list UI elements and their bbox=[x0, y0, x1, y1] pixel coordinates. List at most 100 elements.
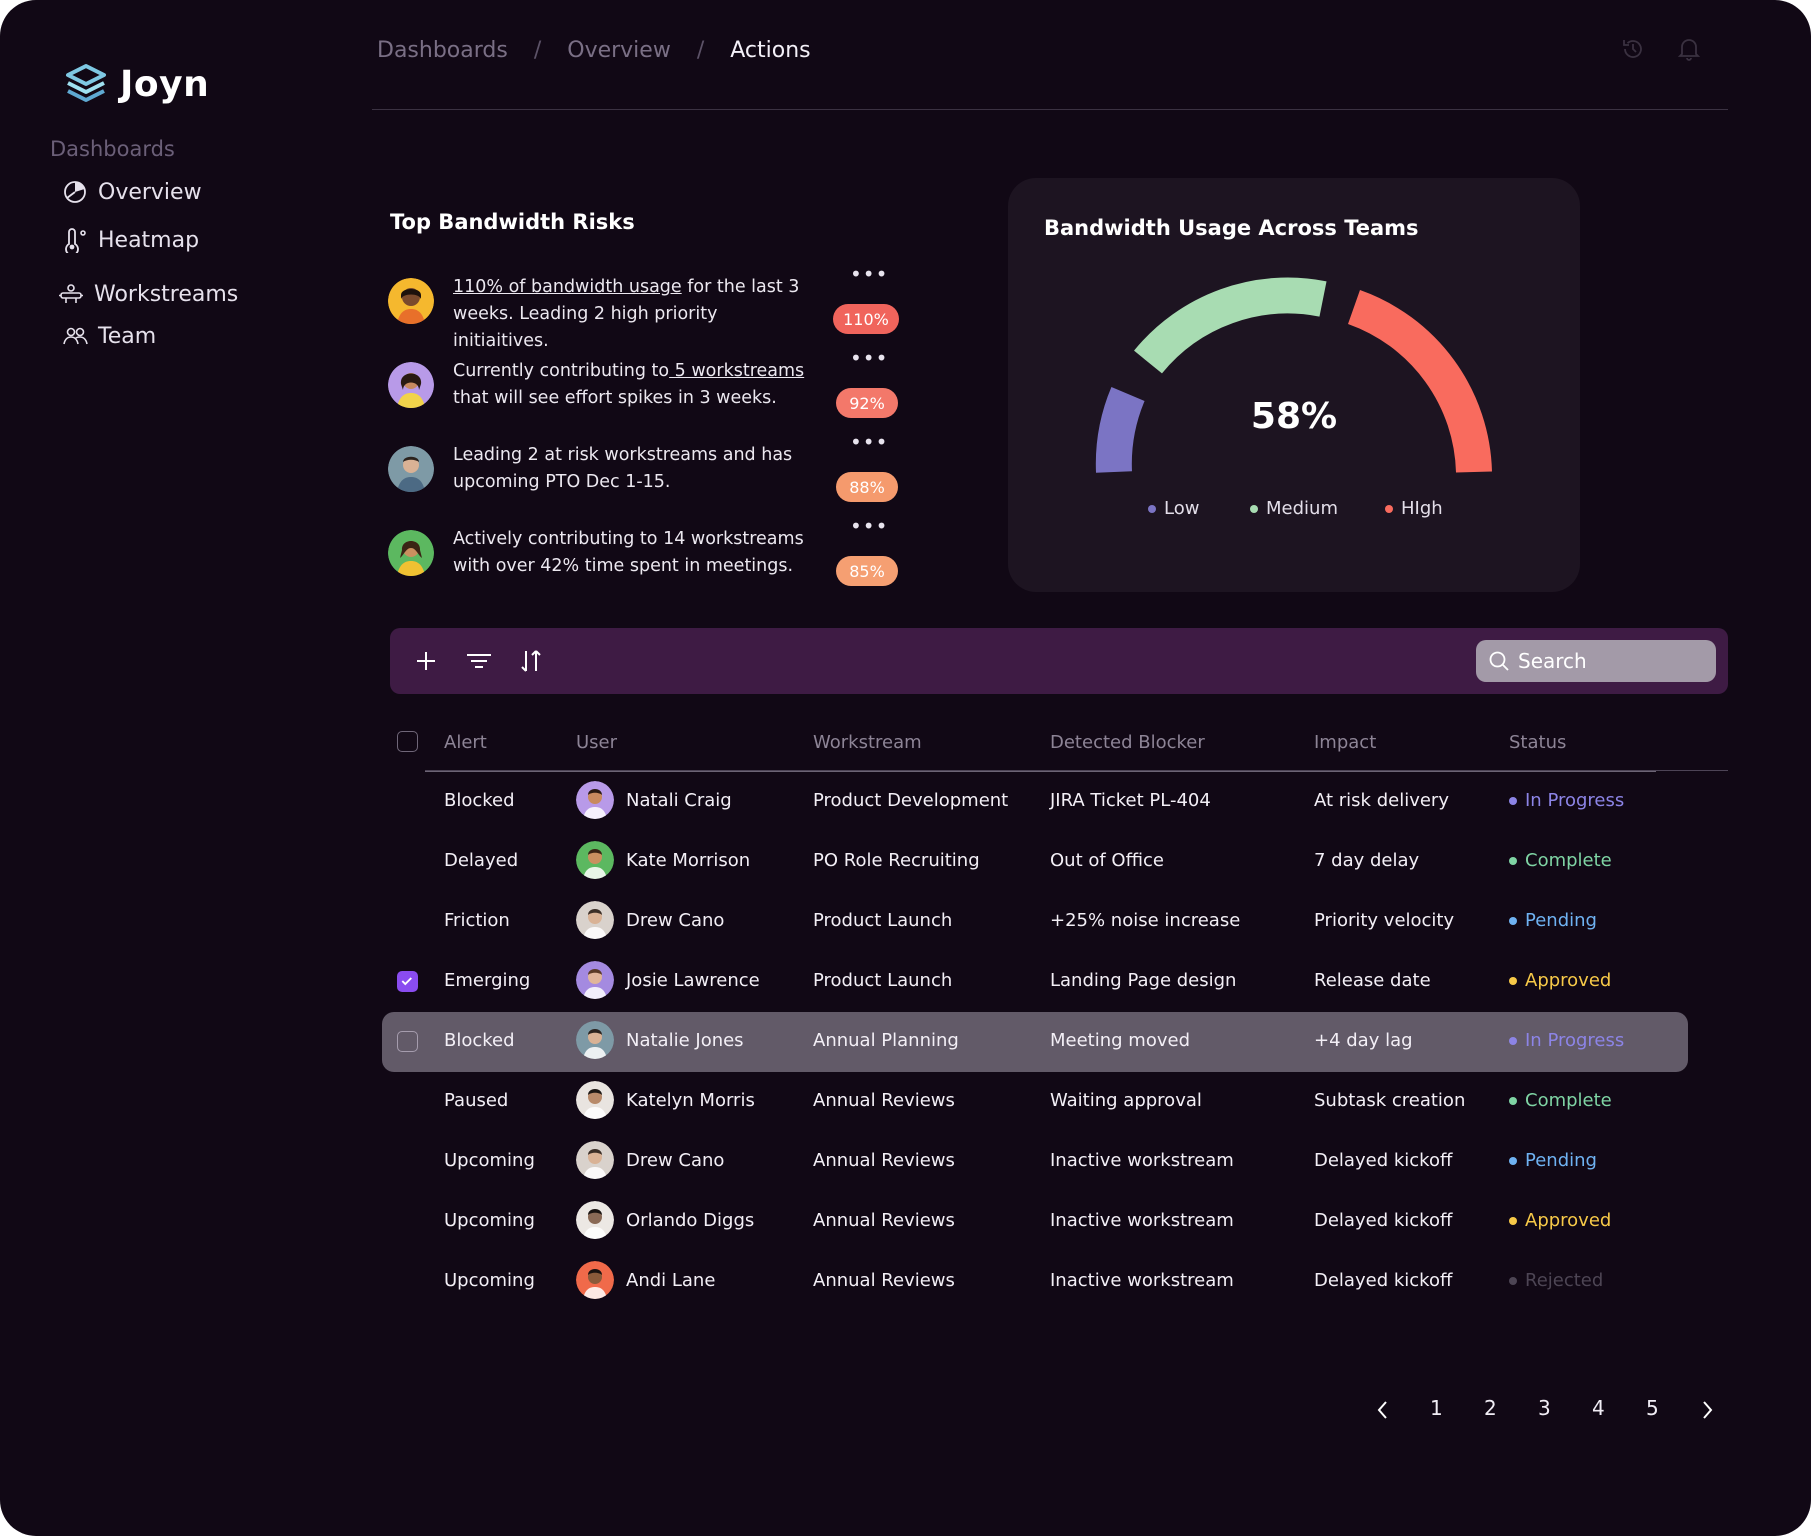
risk-badge: 92% bbox=[836, 388, 898, 418]
risk-link[interactable]: 5 workstreams bbox=[669, 361, 805, 381]
search-box[interactable] bbox=[1476, 640, 1716, 682]
workstream-cell: PO Role Recruiting bbox=[813, 850, 980, 871]
gauge-value: 58% bbox=[1250, 396, 1338, 437]
user-cell[interactable]: Drew Cano bbox=[576, 901, 724, 939]
brand-logo[interactable]: Joyn bbox=[64, 62, 209, 106]
team-icon bbox=[63, 327, 88, 345]
history-icon[interactable] bbox=[1620, 36, 1646, 62]
risk-link[interactable]: 110% of bandwidth usage bbox=[453, 277, 682, 297]
risk-badge: 85% bbox=[836, 556, 898, 586]
more-icon[interactable]: ••• bbox=[850, 346, 888, 370]
more-icon[interactable]: ••• bbox=[850, 514, 888, 538]
alert-cell: Paused bbox=[444, 1090, 509, 1111]
impact-cell: Priority velocity bbox=[1314, 910, 1455, 931]
user-name: Natali Craig bbox=[626, 789, 732, 811]
sidebar-item-overview[interactable]: Overview bbox=[62, 179, 202, 205]
sidebar-item-heatmap[interactable]: Heatmap bbox=[62, 227, 199, 253]
impact-cell: Delayed kickoff bbox=[1314, 1210, 1453, 1231]
risk-badge: 88% bbox=[836, 472, 898, 502]
status-badge: In Progress bbox=[1509, 1030, 1624, 1051]
user-cell[interactable]: Katelyn Morris bbox=[576, 1081, 755, 1119]
impact-cell: Subtask creation bbox=[1314, 1090, 1466, 1111]
prev-page-button[interactable] bbox=[1373, 1399, 1393, 1426]
row-checkbox[interactable] bbox=[397, 971, 418, 992]
add-icon[interactable] bbox=[410, 645, 442, 677]
more-icon[interactable]: ••• bbox=[850, 262, 888, 286]
user-cell[interactable]: Andi Lane bbox=[576, 1261, 715, 1299]
column-header-impact[interactable]: Impact bbox=[1314, 732, 1376, 753]
page-4[interactable]: 4 bbox=[1592, 1396, 1605, 1420]
status-label: Complete bbox=[1525, 1090, 1612, 1111]
legend-low: Low bbox=[1148, 498, 1199, 519]
column-header-alert[interactable]: Alert bbox=[444, 732, 487, 753]
pie-chart-icon bbox=[64, 181, 86, 203]
risk-description: Actively contributing to 14 workstreams … bbox=[453, 529, 804, 576]
table-row[interactable]: Upcoming Andi Lane Annual Reviews Inactive … bbox=[382, 1252, 1688, 1312]
sort-icon[interactable] bbox=[516, 645, 548, 677]
next-page-button[interactable] bbox=[1697, 1399, 1717, 1426]
blocker-cell: Inactive workstream bbox=[1050, 1270, 1234, 1291]
user-cell[interactable]: Kate Morrison bbox=[576, 841, 750, 879]
impact-cell: At risk delivery bbox=[1314, 790, 1449, 811]
impact-cell: Release date bbox=[1314, 970, 1431, 991]
select-all-checkbox[interactable] bbox=[397, 731, 418, 752]
user-cell[interactable]: Drew Cano bbox=[576, 1141, 724, 1179]
status-label: Rejected bbox=[1525, 1270, 1604, 1291]
risk-item: 110% of bandwidth usage for the last 3 w… bbox=[388, 262, 908, 351]
user-cell[interactable]: Natali Craig bbox=[576, 781, 732, 819]
user-cell[interactable]: Orlando Diggs bbox=[576, 1201, 754, 1239]
avatar bbox=[576, 781, 614, 819]
page-1[interactable]: 1 bbox=[1430, 1396, 1443, 1420]
header-divider bbox=[372, 109, 1728, 110]
row-checkbox[interactable] bbox=[397, 1031, 418, 1052]
column-header-user[interactable]: User bbox=[576, 732, 617, 753]
filter-icon[interactable] bbox=[463, 645, 495, 677]
status-label: Pending bbox=[1525, 910, 1597, 931]
table-row[interactable]: Upcoming Drew Cano Annual Reviews Inactive … bbox=[382, 1132, 1688, 1192]
column-header-status[interactable]: Status bbox=[1509, 732, 1566, 753]
thermometer-icon bbox=[65, 228, 86, 253]
column-header-blocker[interactable]: Detected Blocker bbox=[1050, 732, 1205, 753]
risk-description: Leading 2 at risk workstreams and has up… bbox=[453, 445, 793, 492]
table-row[interactable]: Blocked Natali Craig Product Development JI… bbox=[382, 772, 1688, 832]
impact-cell: 7 day delay bbox=[1314, 850, 1420, 871]
table-row[interactable]: Emerging Josie Lawrence Product Launch Land… bbox=[382, 952, 1688, 1012]
bell-icon[interactable] bbox=[1676, 36, 1702, 62]
gauge-segment-high bbox=[1347, 290, 1492, 473]
sidebar-item-workstreams[interactable]: Workstreams bbox=[58, 281, 238, 307]
more-icon[interactable]: ••• bbox=[850, 430, 888, 454]
sidebar-heading: Dashboards bbox=[50, 137, 175, 161]
workstream-cell: Product Development bbox=[813, 790, 1009, 811]
workstream-cell: Annual Reviews bbox=[813, 1150, 955, 1171]
sidebar-item-label: Team bbox=[98, 323, 157, 349]
status-badge: Rejected bbox=[1509, 1270, 1603, 1291]
brand-name: Joyn bbox=[120, 63, 210, 105]
user-cell[interactable]: Natalie Jones bbox=[576, 1021, 744, 1059]
breadcrumb-overview[interactable]: Overview bbox=[567, 38, 671, 63]
avatar bbox=[388, 446, 434, 492]
page-5[interactable]: 5 bbox=[1646, 1396, 1659, 1420]
breadcrumb-dashboards[interactable]: Dashboards bbox=[377, 38, 508, 63]
table-row[interactable]: Upcoming Orlando Diggs Annual Reviews Inact… bbox=[382, 1192, 1688, 1252]
bandwidth-gauge-card: Bandwidth Usage Across Teams 58% Low Med… bbox=[1008, 178, 1580, 592]
column-header-workstream[interactable]: Workstream bbox=[813, 732, 922, 753]
search-input[interactable] bbox=[1518, 649, 1698, 673]
sidebar-item-team[interactable]: Team bbox=[62, 323, 156, 349]
alert-cell: Upcoming bbox=[444, 1210, 535, 1231]
risk-description: 110% of bandwidth usage for the last 3 w… bbox=[453, 277, 800, 351]
table-row[interactable]: Friction Drew Cano Product Launch +25% nois… bbox=[382, 892, 1688, 952]
status-badge: Pending bbox=[1509, 1150, 1597, 1171]
page-3[interactable]: 3 bbox=[1538, 1396, 1551, 1420]
user-cell[interactable]: Josie Lawrence bbox=[576, 961, 760, 999]
table-row[interactable]: Delayed Kate Morrison PO Role Recruiting Ou… bbox=[382, 832, 1688, 892]
risk-badge: 110% bbox=[833, 304, 899, 334]
workstream-cell: Product Launch bbox=[813, 910, 953, 931]
legend-dot bbox=[1385, 504, 1393, 513]
blocker-cell: Landing Page design bbox=[1050, 970, 1237, 991]
page-2[interactable]: 2 bbox=[1484, 1396, 1497, 1420]
alert-cell: Upcoming bbox=[444, 1150, 535, 1171]
table-row[interactable]: Paused Katelyn Morris Annual Reviews Waitin… bbox=[382, 1072, 1688, 1132]
user-name: Katelyn Morris bbox=[626, 1089, 755, 1111]
risk-item: Leading 2 at risk workstreams and has up… bbox=[388, 430, 908, 512]
table-row[interactable]: Blocked Natalie Jones Annual Planning Meeti… bbox=[382, 1012, 1688, 1072]
